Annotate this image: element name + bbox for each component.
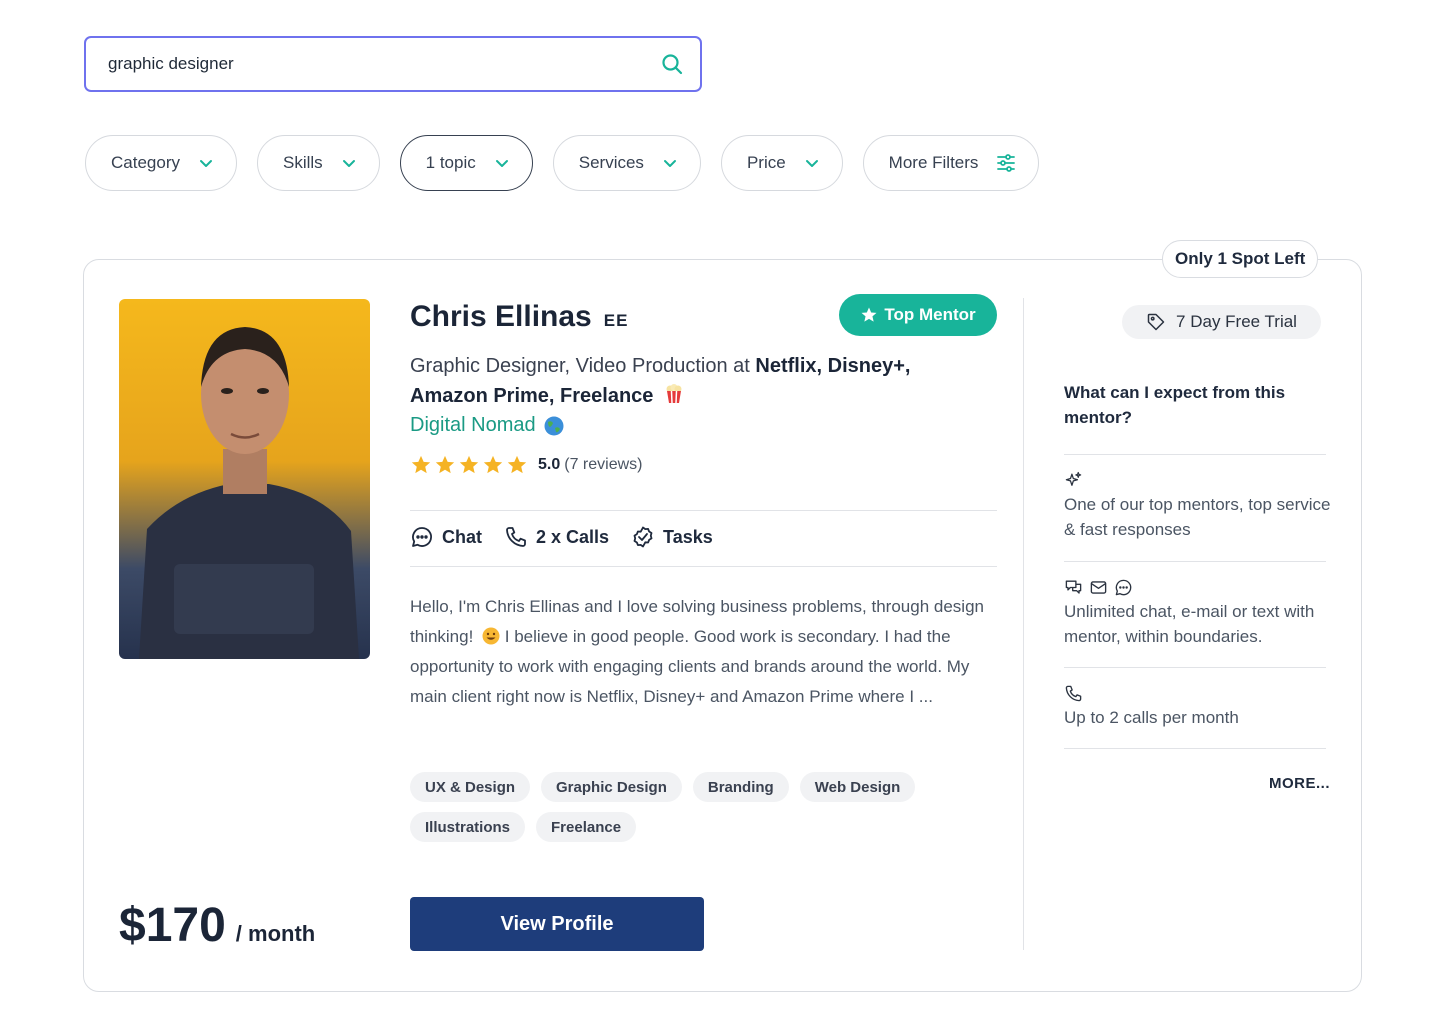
feature-chat: Chat	[410, 525, 482, 549]
mentor-rating: 5.0 (7 reviews)	[410, 454, 642, 476]
tag-icon	[1147, 313, 1165, 331]
headline-role: Graphic Designer, Video Production at	[410, 355, 756, 377]
divider	[1064, 454, 1326, 455]
view-profile-button[interactable]: View Profile	[410, 897, 704, 951]
divider	[1064, 667, 1326, 668]
benefit-item: Up to 2 calls per month	[1064, 683, 1334, 730]
filter-label: 1 topic	[425, 153, 476, 172]
sparkle-icon	[1065, 471, 1082, 486]
mentor-bio: Hello, I'm Chris Ellinas and I love solv…	[410, 592, 1000, 712]
divider	[1064, 748, 1326, 749]
star-icon	[435, 455, 455, 474]
globe-icon	[544, 416, 564, 435]
filter-label: Price	[746, 153, 786, 172]
benefit-text: Unlimited chat, e-mail or text with ment…	[1064, 602, 1315, 646]
mentor-price: $170 / month	[119, 898, 315, 953]
star-icon	[411, 455, 431, 474]
phone-icon	[506, 527, 526, 547]
filter-topic[interactable]: 1 topic	[399, 135, 533, 191]
headline-companies: Netflix, Disney+,	[755, 355, 911, 377]
filter-skills[interactable]: Skills	[256, 135, 380, 191]
popcorn-icon	[666, 384, 682, 404]
benefit-text: One of our top mentors, top service & fa…	[1064, 495, 1331, 539]
mentor-name[interactable]: Chris Ellinas	[410, 300, 592, 334]
star-icon	[507, 455, 527, 474]
check-badge-icon	[633, 526, 653, 548]
trial-label: 7 Day Free Trial	[1176, 312, 1297, 331]
search-box[interactable]	[84, 36, 702, 92]
mentor-headline: Graphic Designer, Video Production at Ne…	[410, 351, 970, 411]
chevron-down-icon	[805, 160, 818, 167]
mentor-initials: EE	[603, 311, 629, 330]
smile-emoji-icon	[482, 627, 500, 645]
benefit-text: Up to 2 calls per month	[1064, 708, 1239, 727]
skill-tags: UX & Design Graphic Design Branding Web …	[410, 772, 970, 842]
top-mentor-label: Top Mentor	[884, 305, 976, 324]
chevron-down-icon	[342, 160, 355, 167]
skill-tag[interactable]: Branding	[692, 772, 789, 802]
price-period: / month	[235, 921, 316, 946]
chevron-down-icon	[199, 160, 212, 167]
star-rating	[410, 454, 528, 476]
filter-price[interactable]: Price	[720, 135, 843, 191]
skill-tag[interactable]: Illustrations	[410, 812, 526, 842]
skill-tag[interactable]: Web Design	[799, 772, 916, 802]
service-features: Chat 2 x Calls Tasks	[410, 525, 713, 549]
mail-icon	[1090, 580, 1107, 594]
expect-heading: What can I expect from this mentor?	[1064, 383, 1286, 427]
chat-bubbles-icon	[1065, 579, 1082, 594]
rating-score: 5.0	[538, 456, 561, 473]
skill-tag[interactable]: Freelance	[536, 812, 637, 842]
filter-category[interactable]: Category	[85, 135, 237, 191]
divider	[410, 566, 997, 567]
vertical-divider	[1023, 298, 1024, 950]
feature-tasks: Tasks	[631, 525, 713, 549]
star-icon	[861, 307, 877, 322]
chevron-down-icon	[495, 160, 508, 167]
filter-label: Services	[578, 153, 644, 172]
headline-companies-2: Amazon Prime, Freelance	[410, 385, 654, 407]
divider	[1064, 561, 1326, 562]
divider	[410, 510, 997, 511]
feature-label: Chat	[442, 526, 482, 547]
filter-label: Skills	[282, 153, 323, 172]
mentor-photo[interactable]	[119, 299, 370, 659]
filter-label: More Filters	[888, 153, 979, 172]
search-input[interactable]	[106, 53, 660, 75]
filter-bar: Category Skills 1 topic Services Price M…	[85, 135, 1040, 191]
top-mentor-badge: Top Mentor	[839, 294, 997, 336]
filter-more[interactable]: More Filters	[862, 135, 1040, 191]
chat-icon	[412, 527, 432, 547]
more-link[interactable]: MORE...	[1269, 775, 1330, 792]
location-label: Digital Nomad	[410, 414, 536, 436]
free-trial-badge: 7 Day Free Trial	[1122, 305, 1321, 339]
feature-label: Tasks	[663, 526, 713, 547]
price-amount: $170	[119, 899, 226, 952]
star-icon	[459, 455, 479, 474]
chevron-down-icon	[663, 160, 676, 167]
search-icon[interactable]	[660, 52, 684, 76]
phone-icon	[1065, 685, 1082, 701]
benefit-item: Unlimited chat, e-mail or text with ment…	[1064, 577, 1334, 649]
filter-label: Category	[111, 153, 180, 172]
skill-tag[interactable]: UX & Design	[410, 772, 531, 802]
filter-services[interactable]: Services	[552, 135, 701, 191]
feature-label: 2 x Calls	[536, 526, 610, 547]
star-icon	[483, 455, 503, 474]
rating-reviews[interactable]: (7 reviews)	[564, 456, 642, 474]
sliders-icon	[997, 154, 1016, 172]
spots-left-badge: Only 1 Spot Left	[1162, 240, 1319, 278]
mentor-name-row: Chris Ellinas EE	[410, 300, 628, 334]
benefit-item: One of our top mentors, top service & fa…	[1064, 470, 1334, 542]
feature-calls: 2 x Calls	[504, 525, 609, 549]
message-icon	[1115, 579, 1132, 595]
skill-tag[interactable]: Graphic Design	[541, 772, 682, 802]
mentor-location: Digital Nomad	[410, 414, 564, 437]
